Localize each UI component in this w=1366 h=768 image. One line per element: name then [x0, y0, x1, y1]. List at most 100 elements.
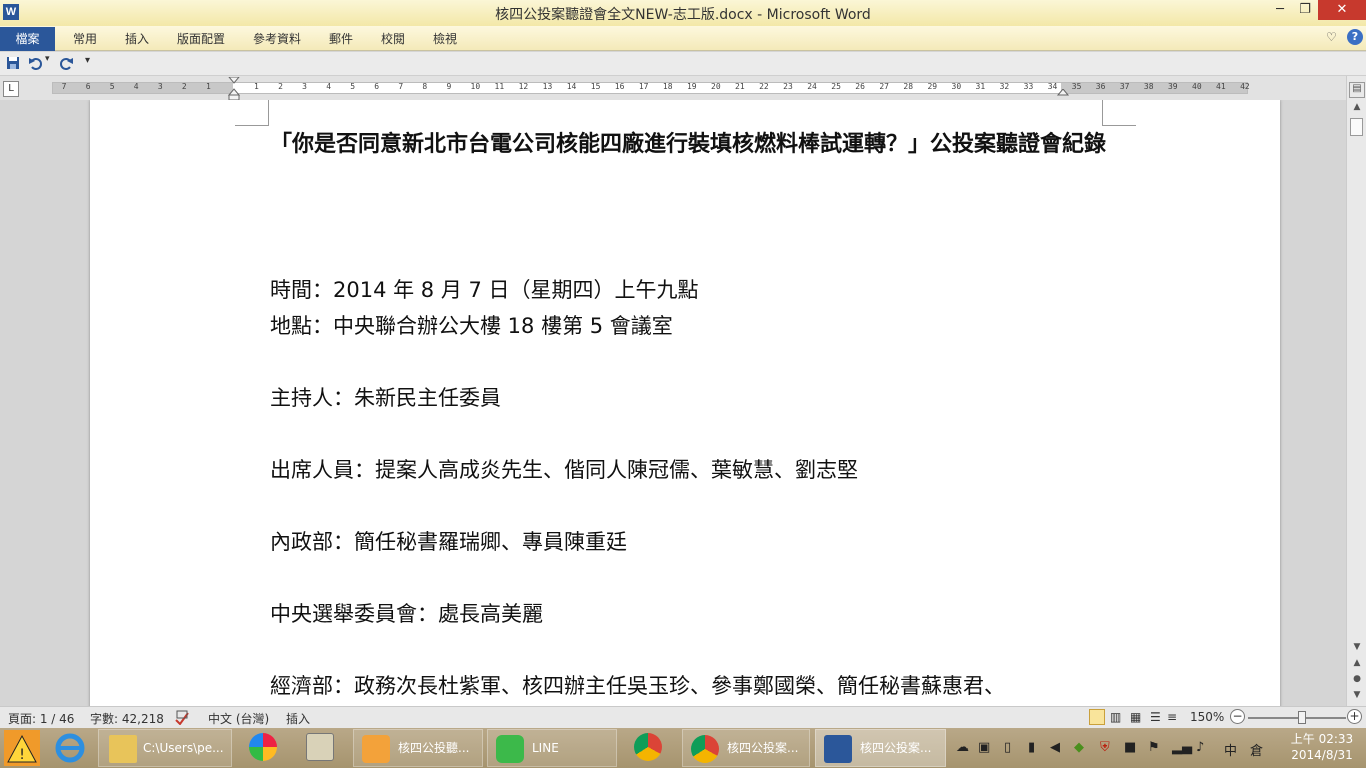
close-button[interactable]: ✕	[1318, 0, 1366, 20]
ruler-number: 2	[278, 82, 283, 91]
ruler-number: 25	[831, 82, 841, 91]
display-icon[interactable]: ■	[1124, 740, 1136, 755]
device-icon[interactable]: ▯	[1004, 740, 1011, 755]
status-bar: 頁面: 1 / 46 字數: 42,218 中文 (台灣) 插入 ▥ ▦ ☰ ≡…	[0, 706, 1366, 728]
customize-qat-dropdown-icon[interactable]: ▾	[85, 55, 90, 66]
ruler-number: 15	[590, 82, 601, 91]
ruler-number: 30	[951, 82, 962, 91]
full-screen-reading-icon[interactable]: ▥	[1110, 710, 1121, 724]
previous-page-icon[interactable]: ▲	[1349, 658, 1365, 668]
tab-file[interactable]: 檔案	[0, 27, 55, 51]
clock-date: 2014/8/31	[1291, 748, 1353, 762]
tab-selector[interactable]: L	[3, 81, 19, 97]
next-page-icon[interactable]: ▼	[1349, 690, 1365, 700]
browse-object-icon[interactable]: ●	[1349, 674, 1365, 684]
tab-mailings[interactable]: 郵件	[329, 30, 353, 47]
taskbar-line-window[interactable]: LINE	[487, 729, 617, 767]
doc-line-economic-ministry[interactable]: 經濟部：政務次長杜紫軍、核四辦主任吳玉珍、參事鄭國榮、簡任秘書蘇惠君、	[270, 670, 1005, 700]
speaker-icon[interactable]: ◀	[1050, 740, 1060, 755]
ruler-number: 24	[807, 82, 817, 91]
indent-marker-icon[interactable]	[228, 77, 240, 101]
folder-icon	[109, 735, 137, 763]
web-layout-icon[interactable]: ▦	[1130, 710, 1141, 724]
security-icon[interactable]: ⛨	[1100, 740, 1110, 755]
save-icon[interactable]	[6, 56, 20, 70]
ruler-number: 39	[1167, 82, 1178, 91]
internet-explorer-icon[interactable]	[54, 732, 86, 764]
tab-review[interactable]: 校閱	[381, 30, 405, 47]
network-signal-icon[interactable]: ▂▄	[1172, 740, 1192, 755]
word-window-icon	[824, 735, 852, 763]
taskbar-eye-app-window[interactable]: 核四公投聽...	[353, 729, 483, 767]
doc-line-location[interactable]: 地點：中央聯合辦公大樓 18 樓第 5 會議室	[270, 310, 673, 340]
outline-view-icon[interactable]: ☰	[1150, 710, 1161, 724]
ime-mode-icon[interactable]: 倉	[1250, 740, 1263, 759]
taskbar-word-window[interactable]: 核四公投案...	[815, 729, 946, 767]
action-center-flag-icon[interactable]: ⚑	[1148, 740, 1160, 755]
ruler-number: 40	[1192, 82, 1202, 91]
scroll-thumb[interactable]	[1350, 118, 1363, 136]
tab-view[interactable]: 檢視	[433, 30, 457, 47]
ruler-number: 9	[446, 82, 452, 91]
taskbar-explorer-window[interactable]: C:\Users\pe...	[98, 729, 232, 767]
scroll-up-icon[interactable]: ▲	[1349, 102, 1365, 112]
app-tray-icon[interactable]: ▣	[978, 740, 990, 755]
doc-line-election-commission[interactable]: 中央選舉委員會：處長高美麗	[270, 598, 543, 628]
view-ruler-icon[interactable]: ▤	[1349, 82, 1365, 98]
ruler-number: 2	[181, 82, 187, 91]
ruler-number: 4	[326, 82, 332, 91]
maximize-button[interactable]: ❐	[1290, 0, 1320, 20]
ruler-number: 31	[975, 82, 986, 91]
media-app-icon[interactable]	[249, 733, 277, 761]
ribbon-collapse-icon[interactable]: ♡	[1326, 30, 1337, 44]
scroll-down-icon[interactable]: ▼	[1349, 642, 1365, 652]
zoom-slider-track[interactable]	[1248, 717, 1346, 719]
redo-icon[interactable]	[60, 56, 74, 70]
word-count[interactable]: 字數: 42,218	[90, 710, 164, 727]
zoom-in-button[interactable]: +	[1347, 709, 1362, 724]
tab-home[interactable]: 常用	[73, 30, 97, 47]
ime-indicator[interactable]: 中	[1224, 740, 1237, 759]
ruler-number: 1	[254, 82, 259, 91]
doc-line-attendees[interactable]: 出席人員：提案人高成炎先生、偕同人陳冠儒、葉敏慧、劉志堅	[270, 454, 858, 484]
doc-line-interior-ministry[interactable]: 內政部：簡任秘書羅瑞卿、專員陳重廷	[270, 526, 627, 556]
page-count[interactable]: 頁面: 1 / 46	[8, 710, 74, 727]
system-clock[interactable]: 上午 02:33 2014/8/31	[1282, 731, 1362, 763]
taskbar-chrome-window[interactable]: 核四公投案...	[682, 729, 810, 767]
undo-icon[interactable]	[28, 56, 42, 70]
ruler-number: 12	[518, 82, 529, 91]
document-page[interactable]: 「你是否同意新北市台電公司核能四廠進行裝填核燃料棒試運轉？」公投案聽證會紀錄 時…	[90, 100, 1280, 706]
onedrive-icon[interactable]: ☁	[956, 740, 969, 755]
line-app-icon	[496, 735, 524, 763]
usb-icon[interactable]: ▮	[1028, 740, 1035, 755]
tools-app-icon[interactable]	[306, 733, 334, 761]
vertical-scrollbar[interactable]: ▤ ▲ ▼ ▲ ● ▼	[1346, 76, 1366, 706]
undo-dropdown-icon[interactable]: ▾	[45, 54, 50, 64]
zoom-level[interactable]: 150%	[1190, 710, 1224, 724]
insert-mode[interactable]: 插入	[286, 710, 310, 727]
ruler-number: 16	[614, 82, 625, 91]
ruler-number: 7	[398, 82, 404, 91]
language-indicator[interactable]: 中文 (台灣)	[208, 710, 269, 727]
document-title[interactable]: 「你是否同意新北市台電公司核能四廠進行裝填核燃料棒試運轉？」公投案聽證會紀錄	[270, 126, 1120, 162]
ruler-number: 23	[783, 82, 793, 91]
proofing-icon[interactable]	[174, 710, 192, 725]
ruler-number: 13	[542, 82, 553, 91]
tab-insert[interactable]: 插入	[125, 30, 149, 47]
print-layout-view-icon[interactable]	[1089, 709, 1105, 725]
volume-icon[interactable]: ♪	[1196, 740, 1204, 755]
zoom-out-button[interactable]: −	[1230, 709, 1245, 724]
draft-view-icon[interactable]: ≡	[1167, 710, 1177, 724]
tab-references[interactable]: 參考資料	[253, 30, 301, 47]
horizontal-ruler[interactable]: 7 6 5 4 3 2 1 1 2 3 4 5 6 7 8 9 10 11 12 13 14 15 16 17 18 19 20 21…	[52, 77, 1250, 101]
zoom-slider-thumb[interactable]	[1298, 711, 1306, 724]
doc-line-time[interactable]: 時間：2014 年 8 月 7 日（星期四）上午九點	[270, 274, 699, 304]
document-area[interactable]: 「你是否同意新北市台電公司核能四廠進行裝填核燃料棒試運轉？」公投案聽證會紀錄 時…	[0, 100, 1346, 706]
warning-app-icon[interactable]: !	[4, 730, 40, 766]
help-icon[interactable]: ?	[1347, 29, 1363, 45]
doc-line-chair[interactable]: 主持人：朱新民主任委員	[270, 382, 501, 412]
tab-page-layout[interactable]: 版面配置	[177, 30, 225, 47]
taskbar: ! C:\Users\pe... 核四公投聽... LINE 核四公投案... …	[0, 728, 1366, 768]
nvidia-icon[interactable]: ◆	[1074, 740, 1084, 755]
chrome-icon[interactable]	[634, 733, 662, 761]
